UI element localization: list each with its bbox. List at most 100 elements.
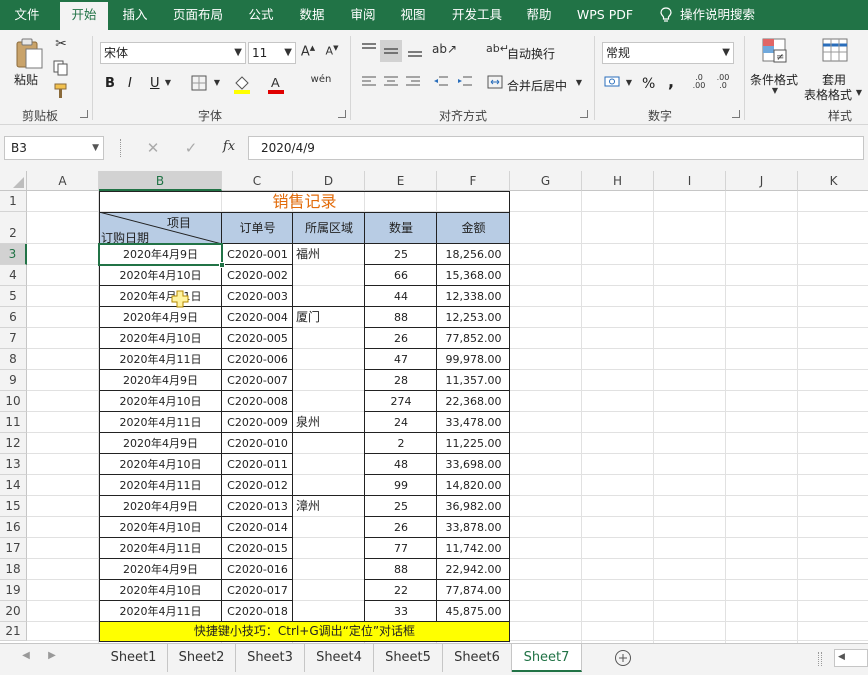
order-date-cell[interactable]: 2020年4月10日	[99, 580, 222, 601]
row-header-13[interactable]: 13	[0, 454, 27, 475]
sheet-tab-sheet2[interactable]: Sheet2	[168, 644, 236, 672]
row-header-20[interactable]: 20	[0, 601, 27, 622]
horizontal-scrollbar[interactable]: ◀	[834, 649, 868, 667]
order-date-cell[interactable]: 2020年4月11日	[99, 601, 222, 622]
row-header-6[interactable]: 6	[0, 307, 27, 328]
tab-data[interactable]: 数据	[290, 0, 334, 30]
column-header-I[interactable]: I	[654, 171, 726, 191]
row-header-14[interactable]: 14	[0, 475, 27, 496]
column-header-H[interactable]: H	[582, 171, 654, 191]
header-region[interactable]: 所属区域	[293, 212, 365, 244]
quantity-cell[interactable]: 48	[365, 454, 437, 475]
quantity-cell[interactable]: 47	[365, 349, 437, 370]
sheet-tab-sheet7[interactable]: Sheet7	[512, 644, 582, 672]
increase-font-icon[interactable]: A▲	[300, 44, 316, 62]
header-quantity[interactable]: 数量	[365, 212, 437, 244]
amount-cell[interactable]: 11,225.00	[437, 433, 510, 454]
worksheet-grid[interactable]: ABCDEFGHIJK 1 2 3 4 5 6 7 8 9 10 11 12 13 14 15 16 17 18 1…	[0, 171, 868, 643]
order-no-cell[interactable]: C2020-014	[222, 517, 293, 538]
fill-handle[interactable]	[219, 262, 225, 268]
row-header-15[interactable]: 15	[0, 496, 27, 517]
amount-cell[interactable]: 14,820.00	[437, 475, 510, 496]
quantity-cell[interactable]: 22	[365, 580, 437, 601]
row-header-8[interactable]: 8	[0, 349, 27, 370]
wrap-text-icon[interactable]: ab↵	[486, 42, 509, 60]
amount-cell[interactable]: 22,942.00	[437, 559, 510, 580]
underline-button[interactable]: U	[150, 76, 160, 91]
order-date-cell[interactable]: 2020年4月9日	[99, 307, 222, 328]
header-amount[interactable]: 金额	[437, 212, 510, 244]
quantity-cell[interactable]: 25	[365, 244, 437, 265]
order-no-cell[interactable]: C2020-017	[222, 580, 293, 601]
order-no-cell[interactable]: C2020-010	[222, 433, 293, 454]
quantity-cell[interactable]: 28	[365, 370, 437, 391]
format-as-table-line2[interactable]: 表格格式	[804, 86, 852, 103]
chevron-down-icon[interactable]: ▼	[770, 86, 780, 95]
region-cell[interactable]	[293, 475, 365, 496]
name-box[interactable]: B3 ▼	[4, 136, 104, 160]
quantity-cell[interactable]: 2	[365, 433, 437, 454]
tab-help[interactable]: 帮助	[518, 0, 560, 30]
italic-button[interactable]: I	[128, 76, 132, 91]
font-name-select[interactable]: 宋体 ▼	[100, 42, 246, 64]
row-header-12[interactable]: 12	[0, 433, 27, 454]
quantity-cell[interactable]: 44	[365, 286, 437, 307]
order-no-cell[interactable]: C2020-016	[222, 559, 293, 580]
align-top-icon[interactable]	[360, 42, 378, 60]
order-date-cell[interactable]: 2020年4月11日	[99, 475, 222, 496]
column-header-J[interactable]: J	[726, 171, 798, 191]
sheet-tab-sheet1[interactable]: Sheet1	[100, 644, 168, 672]
row-header-1[interactable]: 1	[0, 191, 27, 212]
amount-cell[interactable]: 33,878.00	[437, 517, 510, 538]
amount-cell[interactable]: 12,253.00	[437, 307, 510, 328]
order-no-cell[interactable]: C2020-012	[222, 475, 293, 496]
row-header-3[interactable]: 3	[0, 244, 27, 265]
sheet-tab-sheet3[interactable]: Sheet3	[236, 644, 305, 672]
alignment-launcher-icon[interactable]	[580, 110, 588, 118]
align-center-icon[interactable]	[382, 74, 400, 92]
quantity-cell[interactable]: 274	[365, 391, 437, 412]
region-cell[interactable]: 厦门	[293, 307, 365, 328]
amount-cell[interactable]: 45,875.00	[437, 601, 510, 622]
clipboard-launcher-icon[interactable]	[80, 110, 88, 118]
header-order-no[interactable]: 订单号	[222, 212, 293, 244]
tab-review[interactable]: 审阅	[342, 0, 384, 30]
tab-view[interactable]: 视图	[392, 0, 434, 30]
order-date-cell[interactable]: 2020年4月9日	[99, 433, 222, 454]
formula-input[interactable]: 2020/4/9	[248, 136, 864, 160]
order-no-cell[interactable]: C2020-005	[222, 328, 293, 349]
amount-cell[interactable]: 99,978.00	[437, 349, 510, 370]
order-date-cell[interactable]: 2020年4月10日	[99, 517, 222, 538]
amount-cell[interactable]: 33,698.00	[437, 454, 510, 475]
increase-decimal-icon[interactable]: .0.00	[690, 74, 708, 92]
order-no-cell[interactable]: C2020-013	[222, 496, 293, 517]
paste-button[interactable]	[12, 36, 46, 70]
font-launcher-icon[interactable]	[338, 110, 346, 118]
currency-icon[interactable]	[604, 74, 622, 92]
align-left-icon[interactable]	[360, 74, 378, 92]
row-header-11[interactable]: 11	[0, 412, 27, 433]
region-cell[interactable]	[293, 538, 365, 559]
column-header-E[interactable]: E	[365, 171, 437, 191]
amount-cell[interactable]: 22,368.00	[437, 391, 510, 412]
amount-cell[interactable]: 15,368.00	[437, 265, 510, 286]
order-date-cell[interactable]: 2020年4月10日	[99, 391, 222, 412]
chevron-down-icon[interactable]: ▼	[163, 78, 173, 87]
order-date-cell[interactable]: 2020年4月9日	[99, 370, 222, 391]
chevron-down-icon[interactable]: ▼	[854, 88, 864, 97]
amount-cell[interactable]: 12,338.00	[437, 286, 510, 307]
chevron-down-icon[interactable]: ▼	[92, 137, 99, 159]
merge-center-button[interactable]: 合并后居中	[507, 77, 567, 94]
quantity-cell[interactable]: 26	[365, 517, 437, 538]
tab-wps-pdf[interactable]: WPS PDF	[568, 0, 642, 30]
row-header-9[interactable]: 9	[0, 370, 27, 391]
decrease-decimal-icon[interactable]: .00.0	[714, 74, 732, 92]
number-format-select[interactable]: 常规 ▼	[602, 42, 734, 64]
tab-file[interactable]: 文件	[4, 0, 50, 30]
order-no-cell[interactable]: C2020-006	[222, 349, 293, 370]
row-header-17[interactable]: 17	[0, 538, 27, 559]
order-no-cell[interactable]: C2020-018	[222, 601, 293, 622]
order-no-cell[interactable]: C2020-015	[222, 538, 293, 559]
region-cell[interactable]: 漳州	[293, 496, 365, 517]
region-cell[interactable]	[293, 601, 365, 622]
